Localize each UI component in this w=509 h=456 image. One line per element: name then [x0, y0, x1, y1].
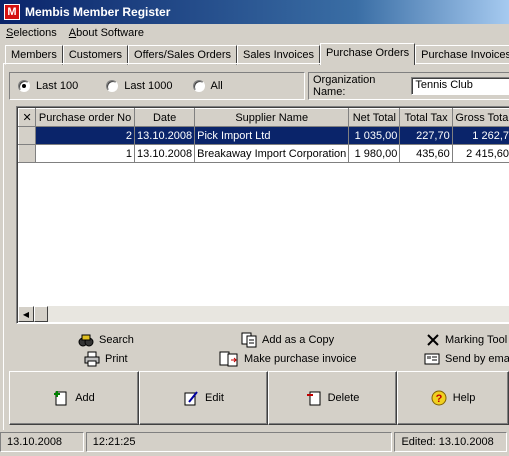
- make-purchase-invoice-label: Make purchase invoice: [244, 353, 357, 365]
- cell-date[interactable]: 13.10.2008: [134, 144, 196, 163]
- col-header-net-total[interactable]: Net Total: [348, 108, 401, 127]
- filter-group: Last 100 Last 1000 All: [9, 72, 305, 100]
- print-label: Print: [105, 353, 128, 365]
- status-edited: Edited: 13.10.2008: [394, 432, 508, 452]
- printer-icon: [84, 351, 100, 367]
- cross-mark-icon: [427, 334, 439, 346]
- binoculars-icon: [78, 334, 94, 347]
- radio-label: Last 100: [36, 80, 79, 92]
- edit-button[interactable]: Edit: [139, 371, 268, 425]
- add-as-copy-action[interactable]: Add as a Copy: [241, 331, 334, 349]
- tab-customers[interactable]: Customers: [62, 45, 129, 65]
- marking-tool-action[interactable]: Marking Tool: [426, 331, 507, 349]
- command-buttons: Add Edit Delete ? Help: [9, 371, 509, 425]
- cell-purchase-order-no[interactable]: 2: [35, 126, 136, 145]
- cell-gross-total[interactable]: 2 415,60: [452, 144, 509, 163]
- make-purchase-invoice-action[interactable]: Make purchase invoice: [219, 350, 357, 368]
- tab-purchase-orders[interactable]: Purchase Orders: [319, 43, 416, 65]
- window-title: Membis Member Register: [25, 5, 171, 19]
- radio-checked-icon: [18, 80, 30, 92]
- table-row[interactable]: 2 13.10.2008 Pick Import Ltd 1 035,00 22…: [17, 126, 509, 145]
- scroll-left-icon[interactable]: ◀: [18, 306, 34, 322]
- send-by-email-label: Send by email: [445, 353, 509, 365]
- status-time: 12:21:25: [85, 432, 393, 452]
- radio-label: Last 1000: [124, 80, 173, 92]
- add-document-icon: [54, 391, 67, 406]
- tab-sales-invoices[interactable]: Sales Invoices: [237, 45, 320, 65]
- menu-bar: Selections About Software: [0, 24, 509, 42]
- cell-date[interactable]: 13.10.2008: [134, 126, 196, 145]
- tab-strip: Members Customers Offers/Sales Orders Sa…: [5, 43, 509, 65]
- organization-label: Organization Name:: [313, 74, 376, 98]
- scroll-thumb[interactable]: [34, 306, 48, 322]
- delete-button-label: Delete: [327, 392, 360, 404]
- app-icon: M: [4, 4, 20, 20]
- menu-selections[interactable]: Selections: [0, 27, 63, 39]
- purchase-orders-grid[interactable]: ✕ Purchase order No Date Supplier Name N…: [16, 106, 509, 324]
- organization-field[interactable]: Tennis Club: [411, 77, 509, 95]
- row-indicator: [17, 144, 37, 163]
- help-icon: ?: [431, 390, 447, 406]
- radio-last-1000[interactable]: Last 1000: [106, 80, 173, 92]
- col-header-supplier-name[interactable]: Supplier Name: [194, 108, 350, 127]
- cell-net-total[interactable]: 1 035,00: [348, 126, 401, 145]
- title-bar: M Membis Member Register: [0, 0, 509, 24]
- col-header-total-tax[interactable]: Total Tax: [399, 108, 453, 127]
- radio-unchecked-icon: [106, 80, 119, 92]
- tab-members[interactable]: Members: [5, 45, 63, 65]
- col-header-gross-total[interactable]: Gross Tota: [451, 108, 509, 127]
- search-label: Search: [99, 334, 134, 346]
- print-action[interactable]: Print: [84, 350, 128, 368]
- invoice-icon: [219, 351, 238, 367]
- cell-supplier-name[interactable]: Pick Import Ltd: [194, 126, 350, 145]
- horizontal-scrollbar[interactable]: ◀: [18, 306, 509, 322]
- table-row[interactable]: 1 13.10.2008 Breakaway Import Corporatio…: [17, 144, 509, 163]
- grid-corner-header[interactable]: ✕: [17, 108, 37, 127]
- help-button-label: Help: [452, 392, 476, 404]
- add-button[interactable]: Add: [9, 371, 139, 425]
- col-header-date[interactable]: Date: [134, 108, 196, 127]
- marking-tool-label: Marking Tool: [445, 334, 508, 346]
- svg-text:?: ?: [435, 393, 442, 405]
- tab-offers-sales-orders[interactable]: Offers/Sales Orders: [128, 45, 238, 65]
- radio-unchecked-icon: [192, 80, 205, 92]
- organization-group: Organization Name: Tennis Club: [308, 72, 509, 100]
- cell-total-tax[interactable]: 227,70: [399, 126, 453, 145]
- help-button[interactable]: ? Help: [397, 371, 509, 425]
- add-button-label: Add: [75, 392, 95, 404]
- cell-purchase-order-no[interactable]: 1: [35, 144, 136, 163]
- email-card-icon: [424, 353, 440, 365]
- status-bar: 13.10.2008 12:21:25 Edited: 13.10.2008: [0, 432, 509, 452]
- radio-all[interactable]: All: [192, 80, 223, 92]
- cell-total-tax[interactable]: 435,60: [399, 144, 453, 163]
- add-as-copy-label: Add as a Copy: [262, 334, 335, 346]
- status-date: 13.10.2008: [0, 432, 84, 452]
- action-bar: Search Print Add as a Copy Make purchase…: [0, 330, 509, 370]
- radio-last-100[interactable]: Last 100: [18, 80, 78, 92]
- cell-net-total[interactable]: 1 980,00: [348, 144, 401, 163]
- col-header-purchase-order-no[interactable]: Purchase order No: [35, 108, 136, 127]
- radio-label: All: [210, 80, 223, 92]
- row-indicator: [17, 126, 37, 145]
- edit-button-label: Edit: [205, 392, 224, 404]
- grid-table: ✕ Purchase order No Date Supplier Name N…: [17, 108, 509, 163]
- copy-icon: [241, 332, 257, 348]
- delete-button[interactable]: Delete: [268, 371, 397, 425]
- cell-gross-total[interactable]: 1 262,7: [452, 126, 509, 145]
- cell-supplier-name[interactable]: Breakaway Import Corporation: [194, 144, 350, 163]
- menu-about-software[interactable]: About Software: [63, 27, 150, 39]
- delete-document-icon: [306, 391, 321, 406]
- search-action[interactable]: Search: [78, 331, 134, 349]
- edit-pencil-icon: [184, 391, 198, 406]
- send-by-email-action[interactable]: Send by email: [424, 350, 509, 368]
- tab-purchase-invoices[interactable]: Purchase Invoices: [415, 45, 509, 65]
